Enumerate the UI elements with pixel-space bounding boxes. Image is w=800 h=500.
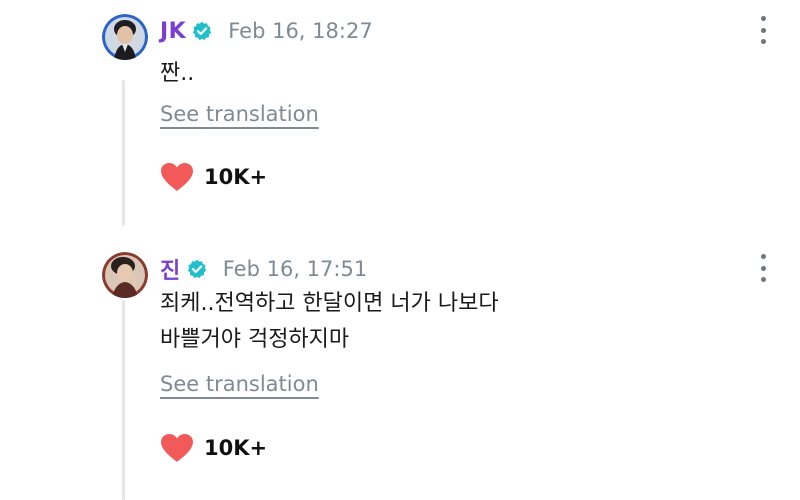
comment-header: JK Feb 16, 18:27 xyxy=(160,16,373,46)
comment-date: Feb 16, 17:51 xyxy=(222,257,368,281)
comment-header: 진 Feb 16, 17:51 xyxy=(160,254,367,284)
like-count: 10K+ xyxy=(204,165,268,189)
heart-icon xyxy=(160,433,194,463)
avatar[interactable] xyxy=(102,14,148,60)
like-count: 10K+ xyxy=(204,436,268,460)
heart-icon xyxy=(160,162,194,192)
thread-line xyxy=(122,300,125,500)
see-translation-link[interactable]: See translation xyxy=(160,102,319,126)
verified-badge-icon xyxy=(187,259,207,279)
comment-text-line: 짠.. xyxy=(160,61,195,86)
thread-line xyxy=(122,80,125,226)
comment-text-line: 바쁠거야 걱정하지마 xyxy=(160,327,350,352)
avatar[interactable] xyxy=(102,252,148,298)
author-name[interactable]: 진 xyxy=(160,253,181,285)
see-translation-link[interactable]: See translation xyxy=(160,372,319,396)
comment-text: 죄케..전역하고 한달이면 너가 나보다 바쁠거야 걱정하지마 xyxy=(160,286,499,358)
comment-text: 짠.. xyxy=(160,56,194,92)
verified-badge-icon xyxy=(192,21,212,41)
comment-date: Feb 16, 18:27 xyxy=(228,19,373,43)
like-button[interactable]: 10K+ xyxy=(160,162,267,192)
more-options-icon[interactable] xyxy=(756,16,770,44)
comment-text-line: 죄케..전역하고 한달이면 너가 나보다 xyxy=(160,291,499,316)
like-button[interactable]: 10K+ xyxy=(160,433,267,463)
more-options-icon[interactable] xyxy=(756,254,770,282)
author-name[interactable]: JK xyxy=(160,19,186,44)
